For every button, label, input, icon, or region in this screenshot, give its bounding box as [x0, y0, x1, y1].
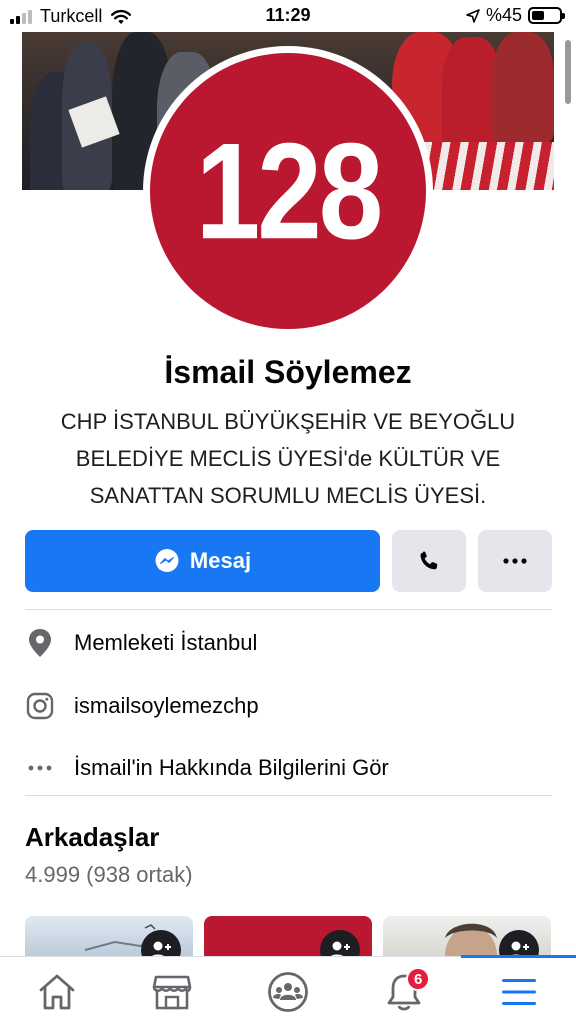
- instagram-row[interactable]: ismailsoylemezchp: [25, 686, 552, 726]
- message-button[interactable]: Mesaj: [25, 530, 380, 592]
- tab-marketplace[interactable]: [142, 967, 202, 1017]
- location-pin-icon: [25, 628, 55, 658]
- call-button[interactable]: [392, 530, 466, 592]
- more-dots-icon: [25, 753, 55, 783]
- more-options-button[interactable]: [478, 530, 552, 592]
- active-tab-indicator: [461, 955, 576, 958]
- location-arrow-icon: [466, 8, 480, 23]
- scrollbar[interactable]: [565, 40, 571, 104]
- battery-icon: [528, 7, 565, 24]
- hometown-row: Memleketi İstanbul: [25, 623, 552, 663]
- marketplace-icon: [152, 975, 192, 1010]
- more-icon: [503, 558, 527, 564]
- messenger-icon: [155, 549, 179, 572]
- profile-bio: CHP İSTANBUL BÜYÜKŞEHİR VE BEYOĞLU BELED…: [60, 409, 516, 508]
- tab-home[interactable]: [27, 967, 87, 1017]
- status-bar: Turkcell 11:29 %45: [0, 0, 576, 32]
- about-row[interactable]: İsmail'in Hakkında Bilgilerini Gör: [25, 748, 552, 788]
- phone-icon: [420, 551, 438, 570]
- message-button-label: Mesaj: [189, 548, 252, 573]
- friends-title[interactable]: Arkadaşlar: [25, 822, 159, 853]
- about-link[interactable]: İsmail'in Hakkında Bilgilerini Gör: [74, 755, 389, 781]
- friends-count: 4.999 (938 ortak): [25, 862, 193, 887]
- instagram-icon: [25, 691, 55, 721]
- tab-menu[interactable]: [489, 967, 549, 1017]
- battery-percent: %45: [485, 5, 522, 25]
- bottom-tab-bar: 6: [0, 955, 576, 1024]
- divider: [25, 795, 552, 796]
- notification-badge: 6: [406, 967, 431, 991]
- divider: [25, 609, 552, 610]
- profile-actions: Mesaj: [25, 530, 552, 592]
- menu-icon: [502, 979, 536, 1005]
- battery-level: [532, 11, 544, 20]
- groups-icon: [268, 972, 308, 1012]
- instagram-handle[interactable]: ismailsoylemezchp: [74, 693, 259, 719]
- profile-picture-text: 128: [195, 114, 384, 268]
- home-icon: [39, 974, 75, 1010]
- profile-picture[interactable]: 128: [150, 53, 426, 329]
- tab-groups[interactable]: [258, 967, 318, 1017]
- hometown-text: Memleketi İstanbul: [74, 630, 258, 655]
- status-right: %45: [466, 5, 565, 26]
- tab-notifications[interactable]: 6: [374, 967, 434, 1017]
- profile-name: İsmail Söylemez: [164, 354, 412, 390]
